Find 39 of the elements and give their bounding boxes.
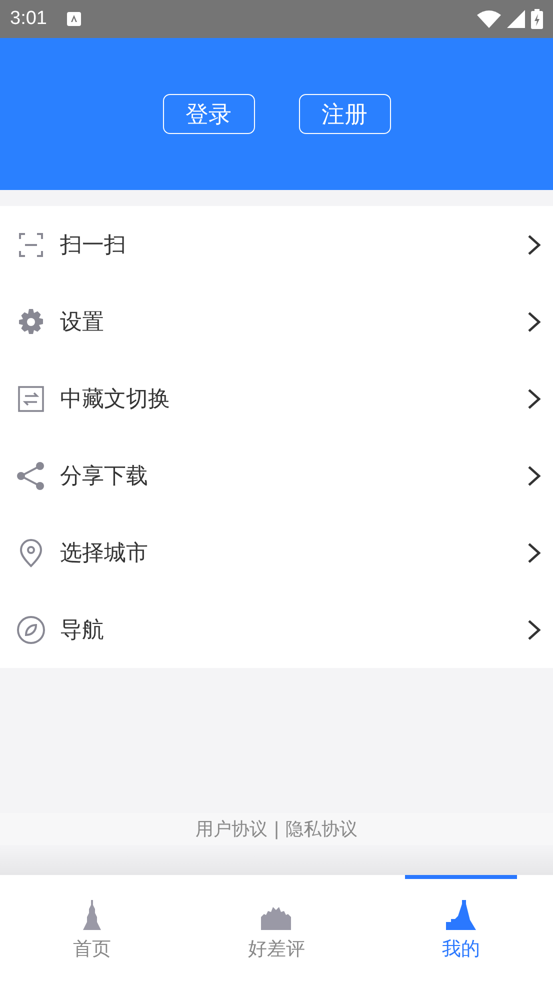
menu-label: 分享下载 (60, 462, 149, 490)
menu-label: 导航 (60, 616, 105, 644)
chevron-right-icon (527, 542, 541, 564)
menu-item[interactable]: 导航 (0, 591, 553, 668)
notification-icon (66, 12, 81, 26)
nav-tab[interactable]: 我的 (404, 875, 517, 983)
register-button[interactable]: 注册 (298, 94, 390, 134)
battery-icon (531, 9, 543, 29)
menu-label: 扫一扫 (60, 232, 127, 260)
swap-icon (16, 384, 46, 414)
menu-item[interactable]: 中藏文切换 (0, 360, 553, 437)
menu-label: 选择城市 (60, 540, 149, 568)
chevron-right-icon (527, 618, 541, 640)
wifi-icon (477, 10, 501, 28)
chevron-right-icon (527, 310, 541, 332)
status-time: 3:01 (10, 8, 47, 30)
chevron-right-icon (527, 234, 541, 256)
menu-item[interactable]: 设置 (0, 283, 553, 360)
login-button[interactable]: 登录 (162, 94, 254, 134)
share-icon (16, 460, 46, 490)
chevron-right-icon (527, 464, 541, 486)
separator: | (273, 818, 280, 840)
chevron-right-icon (527, 388, 541, 410)
menu-item[interactable]: 分享下载 (0, 437, 553, 514)
compass-icon (16, 614, 46, 644)
mountain-icon (444, 900, 478, 930)
nav-tab[interactable]: 首页 (36, 875, 148, 983)
user-agreement-link[interactable]: 用户协议 (195, 817, 268, 841)
menu-item[interactable]: 选择城市 (0, 514, 553, 591)
menu-label: 设置 (60, 308, 105, 336)
menu-label: 中藏文切换 (60, 386, 171, 414)
menu-item[interactable]: 扫一扫 (0, 206, 553, 283)
tab-label: 我的 (442, 937, 480, 962)
privacy-policy-link[interactable]: 隐私协议 (286, 817, 358, 841)
signal-icon (507, 10, 525, 28)
nav-tab[interactable]: 好差评 (220, 875, 333, 983)
settings-icon (16, 306, 46, 336)
tab-label: 好差评 (248, 937, 305, 962)
tab-label: 首页 (73, 937, 112, 962)
